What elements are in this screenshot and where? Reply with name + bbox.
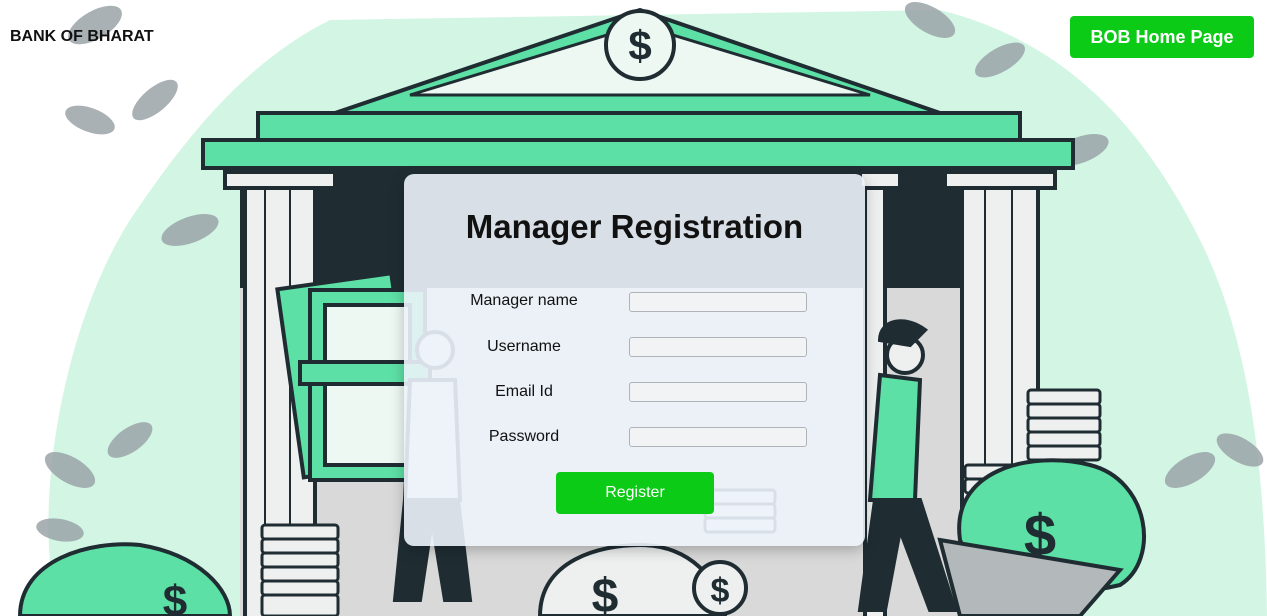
username-label: Username <box>487 338 561 355</box>
manager-name-input[interactable] <box>629 292 807 312</box>
svg-text:$: $ <box>628 22 651 69</box>
manager-name-row: Manager name <box>404 289 865 313</box>
register-button[interactable]: Register <box>556 472 714 514</box>
registration-card: Manager Registration Manager name Userna… <box>404 174 865 546</box>
svg-text:$: $ <box>711 572 730 610</box>
brand-name: BANK OF BHARAT <box>10 28 154 45</box>
email-input[interactable] <box>629 382 807 402</box>
svg-text:$: $ <box>592 570 619 616</box>
form-title: Manager Registration <box>465 208 804 245</box>
username-row: Username <box>404 335 865 359</box>
email-row: Email Id <box>404 380 865 404</box>
password-label: Password <box>488 428 560 445</box>
password-input[interactable] <box>629 427 807 447</box>
email-label: Email Id <box>495 383 553 400</box>
manager-name-label: Manager name <box>470 292 578 309</box>
entablature <box>256 111 1022 143</box>
bob-home-page-button[interactable]: BOB Home Page <box>1070 16 1254 58</box>
password-row: Password <box>404 425 865 449</box>
svg-text:$: $ <box>163 577 187 616</box>
username-input[interactable] <box>629 337 807 357</box>
